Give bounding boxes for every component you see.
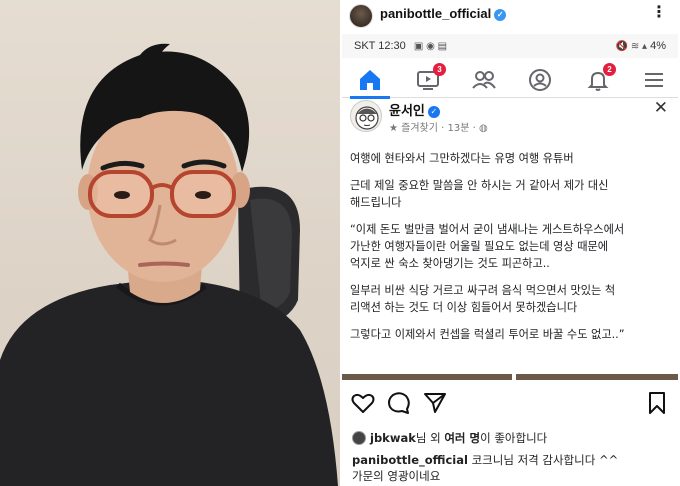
mute-wifi-signal-icon: 🔇 ≋ ▴ [615, 41, 648, 52]
tab-home[interactable] [350, 66, 390, 99]
embedded-facebook-screenshot: SKT 12:30 ▣ ◉ ▤ 🔇 ≋ ▴ 4% 3 2 윤서인 ✓ ★ 즐겨찾… [342, 34, 678, 380]
post-paragraph-3: “이제 돈도 벌만큼 벌어서 굳이 냄새나는 게스트하우스에서 가난한 여행자들… [350, 221, 672, 272]
post-paragraph-5: 그렇다고 이제와서 컨셉을 럭셜리 투어로 바꿀 수도 없고..” [350, 326, 672, 343]
fb-author-avatar[interactable] [350, 100, 382, 132]
tab-watch[interactable]: 3 [414, 63, 446, 94]
profile-avatar[interactable] [349, 4, 373, 28]
caption-line-1: 코크니님 저격 감사합니다 ^^ [467, 453, 619, 467]
instagram-post-header: panibottle_official ✓ ⋮ [340, 0, 680, 30]
post-paragraph-4: 일부러 비싼 식당 거르고 싸구려 음식 먹으면서 맛있는 척 리액션 하는 것… [350, 282, 672, 316]
close-icon[interactable]: ✕ [654, 98, 668, 118]
likes-prefix: 님 외 [415, 431, 445, 445]
tab-profile[interactable] [526, 66, 554, 94]
tab-friends[interactable] [470, 66, 498, 94]
post-line: 여행에 현타와서 그만하겠다는 유명 여행 유튜버 [350, 152, 574, 165]
instagram-action-bar [340, 390, 680, 420]
likes-others[interactable]: 여러 명 [444, 431, 480, 445]
fb-author-name-text[interactable]: 윤서인 [389, 104, 425, 119]
post-username[interactable]: panibottle_official ✓ [380, 6, 507, 21]
profile-icon [529, 69, 551, 91]
username-text[interactable]: panibottle_official [380, 6, 491, 21]
instagram-post: panibottle_official ✓ ⋮ SKT 12:30 ▣ ◉ ▤ 🔇… [340, 0, 680, 486]
fb-favorite-time: ★ 즐겨찾기 · 13분 · [389, 123, 476, 134]
post-line: 일부러 비싼 식당 거르고 싸구려 음식 먹으면서 맛있는 척 [350, 284, 616, 297]
liker-avatar [352, 431, 366, 445]
fb-author-name[interactable]: 윤서인 ✓ [389, 100, 440, 119]
share-icon [424, 393, 446, 413]
verified-badge-icon: ✓ [494, 9, 507, 21]
post-line: 근데 제일 중요한 말씀을 안 하시는 거 같아서 제가 대신 [350, 179, 609, 192]
watch-badge: 3 [433, 63, 446, 76]
friends-icon [472, 71, 496, 89]
liker-username[interactable]: jbkwak [370, 431, 416, 445]
status-battery: 🔇 ≋ ▴ 4% [611, 40, 666, 52]
fb-verified-icon: ✓ [427, 106, 440, 118]
globe-icon: ◍ [478, 123, 488, 134]
heart-icon [351, 393, 375, 413]
like-button[interactable] [350, 390, 376, 416]
cartoon-avatar-icon [355, 106, 379, 130]
notifications-badge: 2 [603, 63, 616, 76]
tab-notifications[interactable]: 2 [584, 63, 616, 94]
attached-images-strip [342, 374, 678, 380]
person-illustration [0, 43, 338, 486]
share-button[interactable] [422, 390, 448, 416]
likes-summary[interactable]: jbkwak님 외 여러 명이 좋아합니다 [352, 430, 547, 446]
status-carrier-time: SKT 12:30 ▣ ◉ ▤ [354, 40, 447, 52]
comment-icon [388, 392, 410, 414]
post-line: 해드립니다 [350, 196, 402, 209]
bookmark-button[interactable] [644, 390, 670, 416]
comment-button[interactable] [386, 390, 412, 416]
caption: panibottle_official 코크니님 저격 감사합니다 ^^ 가문의… [352, 452, 672, 484]
status-notification-icons: ▣ ◉ ▤ [413, 41, 448, 52]
post-paragraph-1: 여행에 현타와서 그만하겠다는 유명 여행 유튜버 [350, 150, 672, 167]
video-thumbnail-photo [0, 0, 340, 486]
post-line: 억지로 싼 숙소 찾아댕기는 것도 피곤하고.. [350, 257, 550, 270]
tab-menu[interactable] [640, 66, 668, 94]
phone-status-bar: SKT 12:30 ▣ ◉ ▤ 🔇 ≋ ▴ 4% [342, 34, 678, 58]
fb-post-text: 여행에 현타와서 그만하겠다는 유명 여행 유튜버 근데 제일 중요한 말씀을 … [350, 150, 672, 353]
post-line: 그렇다고 이제와서 컨셉을 럭셜리 투어로 바꿀 수도 없고..” [350, 328, 625, 341]
caption-line-2: 가문의 영광이네요 [352, 469, 441, 483]
more-horizontal-icon[interactable]: ⋮ [651, 2, 668, 21]
bookmark-icon [649, 392, 665, 414]
post-line: “이제 돈도 벌만큼 벌어서 굳이 냄새나는 게스트하우스에서 [350, 223, 625, 236]
facebook-tab-bar: 3 2 [342, 62, 678, 99]
fb-post-meta: ★ 즐겨찾기 · 13분 · ◍ [389, 119, 488, 134]
fb-post-header: 윤서인 ✓ ★ 즐겨찾기 · 13분 · ◍ ✕ [342, 98, 678, 138]
home-icon [360, 70, 380, 90]
post-line: 가난한 여행자들이란 어울릴 필요도 없는데 영상 때문에 [350, 240, 609, 253]
battery-percent: 4% [650, 40, 666, 52]
hamburger-menu-icon [645, 73, 663, 87]
post-line: 리액션 하는 것도 더 이상 힘들어서 못하겠습니다 [350, 301, 578, 314]
likes-suffix: 이 좋아합니다 [480, 431, 548, 445]
caption-author[interactable]: panibottle_official [352, 453, 468, 467]
post-paragraph-2: 근데 제일 중요한 말씀을 안 하시는 거 같아서 제가 대신 해드립니다 [350, 177, 672, 211]
status-left-text: SKT 12:30 [354, 40, 406, 52]
